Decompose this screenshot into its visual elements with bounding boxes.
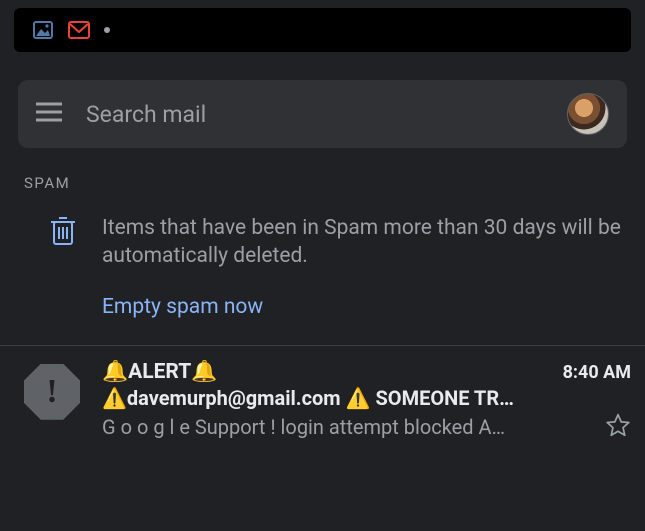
email-sender: 🔔ALERT🔔 — [102, 360, 555, 384]
menu-icon[interactable] — [36, 102, 62, 126]
avatar[interactable] — [567, 93, 609, 135]
gmail-icon — [68, 19, 90, 41]
status-bar — [14, 8, 631, 52]
banner-message: Items that have been in Spam more than 3… — [102, 214, 621, 271]
star-icon[interactable] — [605, 412, 631, 442]
image-icon — [32, 19, 54, 41]
search-bar[interactable]: Search mail — [18, 80, 627, 148]
email-subject: ⚠️davemurph@gmail.com ⚠️ SOMEONE TR… — [102, 386, 631, 410]
email-row[interactable]: ! 🔔ALERT🔔 8:40 AM ⚠️davemurph@gmail.com … — [0, 346, 645, 456]
notification-dot — [104, 27, 110, 33]
spam-badge: ! — [24, 364, 80, 420]
email-snippet: G o o g l e Support ! login attempt bloc… — [102, 415, 597, 439]
folder-label: SPAM — [24, 174, 645, 192]
email-time: 8:40 AM — [563, 362, 631, 383]
exclamation-icon: ! — [46, 375, 57, 409]
spam-banner: Items that have been in Spam more than 3… — [0, 192, 645, 345]
search-input[interactable]: Search mail — [86, 101, 567, 128]
empty-spam-link[interactable]: Empty spam now — [102, 295, 263, 319]
trash-icon — [50, 216, 76, 319]
